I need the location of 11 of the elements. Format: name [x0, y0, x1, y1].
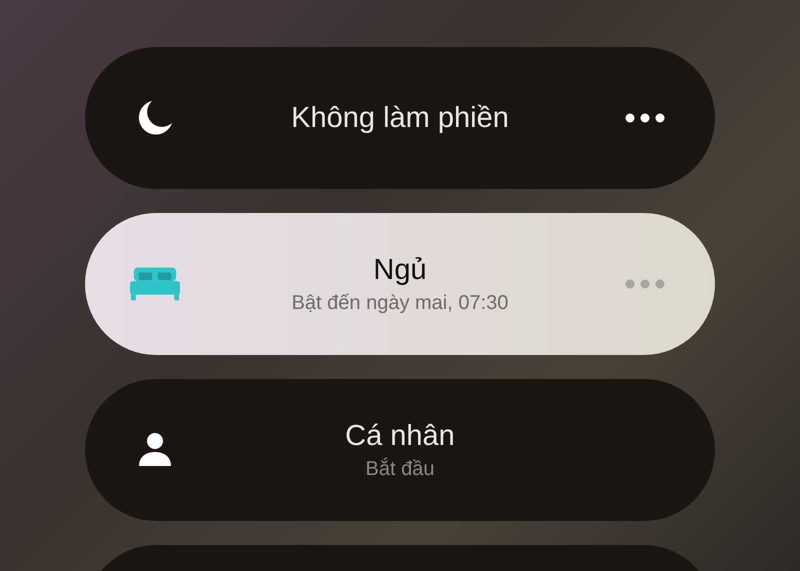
bed-icon	[130, 267, 180, 301]
focus-mode-card[interactable]: Cá nhân Bắt đầu	[85, 379, 715, 521]
person-icon	[137, 432, 173, 468]
focus-mode-status: Bật đến ngày mai, 07:30	[292, 291, 508, 316]
focus-mode-status: Bắt đầu	[366, 456, 434, 482]
focus-mode-title: Không làm phiền	[291, 101, 509, 136]
focus-mode-title: Cá nhân	[345, 419, 455, 454]
focus-mode-card[interactable]: Ngủ Bật đến ngày mai, 07:30	[85, 213, 715, 355]
focus-mode-card[interactable]: Không làm phiền	[85, 47, 715, 189]
focus-mode-title: Ngủ	[373, 253, 427, 288]
more-options-icon[interactable]	[625, 113, 665, 123]
